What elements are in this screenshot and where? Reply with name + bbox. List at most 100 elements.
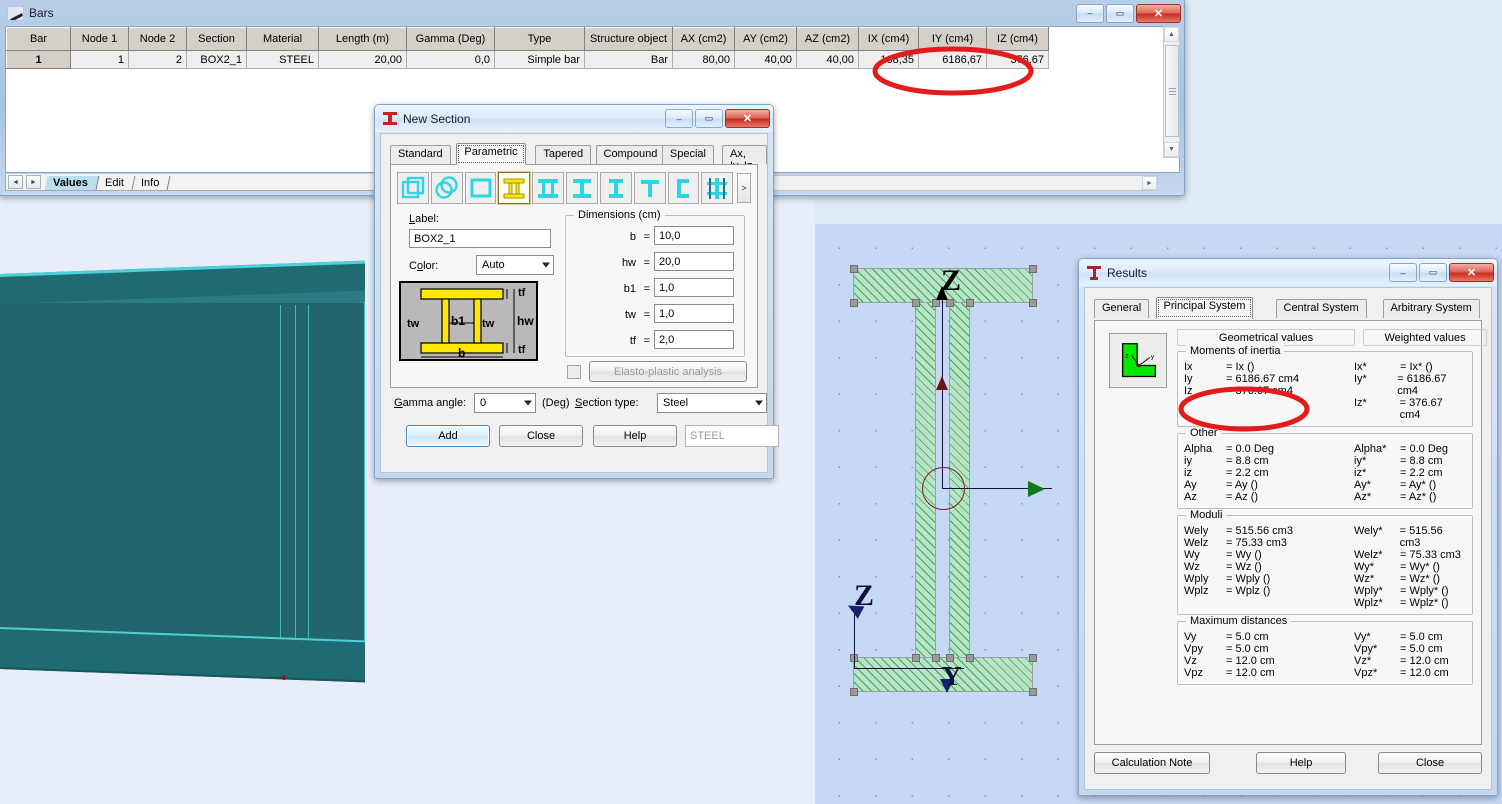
grip-handle[interactable]: [850, 688, 858, 696]
tab-ax-iy-iz[interactable]: Ax, Iy, Iz ...: [722, 145, 767, 184]
tab-arbitrary-system[interactable]: Arbitrary System: [1382, 299, 1480, 318]
results-tabstrip[interactable]: General Principal System Central System Arb…: [1094, 297, 1491, 319]
bars-window-controls[interactable]: – ▭ ✕: [1076, 3, 1181, 23]
dimension-input-hw[interactable]: 20,0: [654, 252, 734, 271]
label-input[interactable]: BOX2_1: [409, 229, 551, 248]
box2-double-web-icon[interactable]: [497, 171, 532, 205]
results-help-button[interactable]: Help: [1256, 752, 1346, 774]
grip-handle[interactable]: [946, 299, 954, 307]
tab-tapered[interactable]: Tapered: [535, 145, 592, 164]
col-header-7[interactable]: Type: [494, 27, 585, 51]
sheet-tab-info[interactable]: Info: [132, 176, 171, 190]
grip-handle[interactable]: [932, 299, 940, 307]
table-cell[interactable]: 1: [70, 50, 129, 69]
grip-handle[interactable]: [912, 654, 920, 662]
minimize-button[interactable]: –: [1076, 3, 1104, 23]
table-cell[interactable]: 20,00: [318, 50, 407, 69]
tab-next-icon[interactable]: ►: [26, 175, 41, 189]
grip-handle[interactable]: [850, 265, 858, 273]
table-cell[interactable]: 80,00: [672, 50, 735, 69]
calculation-note-button[interactable]: Calculation Note: [1094, 752, 1210, 774]
col-header-0[interactable]: Bar: [6, 27, 71, 51]
bars-titlebar[interactable]: Bars – ▭ ✕: [0, 0, 1184, 26]
close-button[interactable]: ✕: [1449, 263, 1494, 282]
table-cell[interactable]: 2: [128, 50, 187, 69]
results-titlebar[interactable]: Results – ▭ ✕: [1079, 259, 1497, 286]
section-type-combo[interactable]: Steel: [657, 393, 767, 413]
grip-handle[interactable]: [966, 654, 974, 662]
table-cell[interactable]: 376,67: [986, 50, 1049, 69]
col-header-11[interactable]: AZ (cm2): [796, 27, 859, 51]
tab-prev-icon[interactable]: ◄: [8, 175, 23, 189]
sheet-tab-edit[interactable]: Edit: [96, 176, 136, 190]
new-section-dialog[interactable]: New Section – ▭ ✕ Standard Parametric Tape…: [374, 104, 779, 479]
table-cell[interactable]: 6186,67: [918, 50, 987, 69]
i-section-wide-icon[interactable]: [532, 172, 565, 204]
minimize-button[interactable]: –: [1389, 263, 1417, 282]
col-header-1[interactable]: Node 1: [70, 27, 129, 51]
tab-compound[interactable]: Compound: [595, 145, 666, 164]
maximize-button[interactable]: ▭: [1106, 3, 1134, 23]
table-cell[interactable]: 0,0: [406, 50, 495, 69]
close-button[interactable]: ✕: [1136, 3, 1181, 23]
tab-parametric[interactable]: Parametric: [456, 143, 526, 165]
scroll-thumb[interactable]: [1165, 45, 1179, 137]
i-section-narrow-icon[interactable]: [599, 172, 632, 204]
elasto-plastic-checkbox[interactable]: [567, 365, 581, 379]
bars-sheet-tabstrip[interactable]: ◄ ► Values Edit Info: [5, 174, 395, 191]
grip-handle[interactable]: [850, 299, 858, 307]
col-header-13[interactable]: IY (cm4): [918, 27, 987, 51]
table-cell[interactable]: STEEL: [246, 50, 319, 69]
stacked-rect-icon[interactable]: [397, 172, 429, 204]
table-cell[interactable]: Bar: [584, 50, 673, 69]
col-header-14[interactable]: IZ (cm4): [986, 27, 1049, 51]
i-section-icon[interactable]: [566, 172, 598, 204]
gamma-angle-combo[interactable]: 0: [474, 393, 536, 413]
table-cell[interactable]: Simple bar: [494, 50, 585, 69]
close-button-dialog[interactable]: Close: [499, 425, 583, 447]
dimension-input-b1[interactable]: 1,0: [654, 278, 734, 297]
col-header-12[interactable]: IX (cm4): [858, 27, 919, 51]
t-section-icon[interactable]: [633, 172, 666, 204]
c-channel-icon[interactable]: [667, 172, 700, 204]
col-header-3[interactable]: Section: [186, 27, 247, 51]
close-button[interactable]: ✕: [725, 109, 770, 128]
box-tube-icon[interactable]: [464, 172, 497, 204]
tab-central-system[interactable]: Central System: [1275, 299, 1367, 318]
results-window-controls[interactable]: – ▭ ✕: [1389, 263, 1494, 282]
results-dialog[interactable]: Results – ▭ ✕ General Principal System Cen…: [1078, 258, 1498, 796]
maximize-button[interactable]: ▭: [695, 109, 723, 128]
grip-handle[interactable]: [1029, 299, 1037, 307]
bars-table[interactable]: Bar Node 1 Node 2 Section Material Length (m)…: [6, 27, 1049, 69]
dimension-input-tf[interactable]: 2,0: [654, 330, 734, 349]
tab-standard[interactable]: Standard: [390, 145, 451, 164]
grip-handle[interactable]: [932, 654, 940, 662]
maximize-button[interactable]: ▭: [1419, 263, 1447, 282]
table-cell[interactable]: 40,00: [734, 50, 797, 69]
dimension-input-tw[interactable]: 1,0: [654, 304, 734, 323]
more-shapes-chevron-icon[interactable]: >: [737, 173, 752, 203]
grip-handle[interactable]: [1029, 654, 1037, 662]
scroll-down-icon[interactable]: ▼: [1164, 142, 1179, 157]
table-row[interactable]: 1 1 2 BOX2_1 STEEL 20,00 0,0 Simple bar Bar 80,00…: [6, 50, 1049, 69]
stacked-circle-icon[interactable]: [430, 172, 463, 204]
new-section-titlebar[interactable]: New Section – ▭ ✕: [375, 105, 773, 132]
color-combo[interactable]: Auto: [476, 255, 554, 275]
minimize-button[interactable]: –: [665, 109, 693, 128]
tab-general[interactable]: General: [1094, 299, 1150, 318]
col-header-6[interactable]: Gamma (Deg): [406, 27, 495, 51]
col-header-4[interactable]: Material: [246, 27, 319, 51]
grip-handle[interactable]: [1029, 265, 1037, 273]
col-header-10[interactable]: AY (cm2): [734, 27, 797, 51]
help-button[interactable]: Help: [593, 425, 677, 447]
new-section-window-controls[interactable]: – ▭ ✕: [665, 109, 770, 128]
grip-handle[interactable]: [1029, 688, 1037, 696]
sheet-tab-values[interactable]: Values: [44, 176, 100, 190]
hscroll-right-icon[interactable]: ►: [1142, 176, 1157, 190]
shape-toolbar[interactable]: >: [397, 171, 752, 205]
col-header-2[interactable]: Node 2: [128, 27, 187, 51]
table-cell[interactable]: BOX2_1: [186, 50, 247, 69]
col-header-5[interactable]: Length (m): [318, 27, 407, 51]
grip-handle[interactable]: [966, 299, 974, 307]
tab-special[interactable]: Special: [661, 145, 714, 164]
